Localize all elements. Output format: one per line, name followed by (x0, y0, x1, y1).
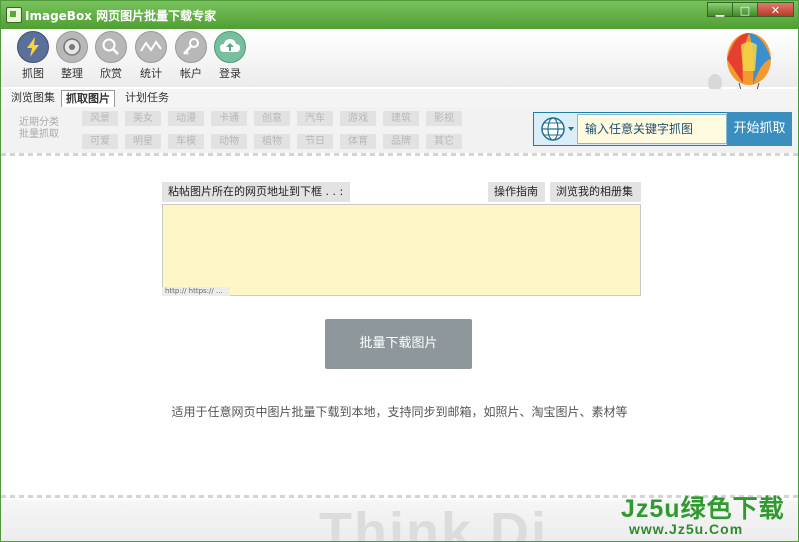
category-chip[interactable]: 车模 (168, 134, 204, 149)
toolbar-stats-button[interactable]: 统计 (131, 31, 171, 85)
footer-background-text: Think Di (319, 502, 548, 542)
toolbar-login-button[interactable]: 登录 (210, 31, 250, 85)
window-title: ImageBox 网页图片批量下载专家 (25, 9, 217, 23)
toolbar-view-button[interactable]: 欣赏 (91, 31, 131, 85)
category-chip[interactable]: 卡通 (211, 111, 247, 126)
app-window: ImageBox 网页图片批量下载专家 ▁ □ ✕ 抓图 整理 欣赏 统计 帐户… (0, 0, 799, 542)
minimize-button[interactable]: ▁ (707, 2, 733, 17)
feature-description: 适用于任意网页中图片批量下载到本地，支持同步到邮箱，如照片、淘宝图片、素材等 (171, 405, 628, 419)
globe-dropdown-icon[interactable] (537, 115, 577, 143)
category-chip[interactable]: 体育 (340, 134, 376, 149)
category-chip[interactable]: 汽车 (297, 111, 333, 126)
watermark-url: www.Jz5u.Com (629, 521, 744, 537)
category-chip[interactable]: 建筑 (383, 111, 419, 126)
category-chip[interactable]: 节日 (297, 134, 333, 149)
category-chip[interactable]: 可爱 (82, 134, 118, 149)
tab-scheduled-tasks[interactable]: 计划任务 (121, 90, 173, 106)
category-chip[interactable]: 游戏 (340, 111, 376, 126)
lightning-icon (17, 31, 49, 63)
category-chip[interactable]: 动物 (211, 134, 247, 149)
category-panel-label: 近期分类 批量抓取 (19, 117, 59, 140)
chart-wave-icon (135, 31, 167, 63)
start-grab-button[interactable]: 开始抓取 (727, 112, 792, 146)
url-textarea[interactable] (162, 204, 641, 296)
main-toolbar: 抓图 整理 欣赏 统计 帐户 登录 (1, 29, 798, 106)
tab-strip: 浏览图集 抓取图片 计划任务 (1, 89, 798, 108)
batch-download-button[interactable]: 批量下载图片 (325, 319, 472, 369)
keyword-search-input[interactable]: 输入任意关键字抓图 (577, 114, 727, 144)
cloud-upload-icon (214, 31, 246, 63)
category-chip[interactable]: 品牌 (383, 134, 419, 149)
guide-button[interactable]: 操作指南 (488, 182, 545, 202)
tab-browse-albums[interactable]: 浏览图集 (7, 90, 59, 106)
toolbar-organize-button[interactable]: 整理 (52, 31, 92, 85)
category-chip[interactable]: 明星 (125, 134, 161, 149)
magnifier-icon (95, 31, 127, 63)
close-button[interactable]: ✕ (757, 2, 794, 17)
category-chip[interactable]: 美女 (125, 111, 161, 126)
app-cube-icon (6, 7, 22, 23)
paste-url-label: 粘帖图片所在的网页地址到下框 . . : (162, 182, 350, 202)
tab-grab-images[interactable]: 抓取图片 (61, 90, 115, 108)
category-chip[interactable]: 风景 (82, 111, 118, 126)
category-chip[interactable]: 动漫 (168, 111, 204, 126)
maximize-button[interactable]: □ (732, 2, 758, 17)
toolbar-grab-button[interactable]: 抓图 (13, 31, 53, 85)
disc-icon (56, 31, 88, 63)
category-chip[interactable]: 其它 (426, 134, 462, 149)
divider (1, 153, 798, 156)
watermark-title: Jz5u绿色下载 (621, 495, 785, 523)
browse-albums-button[interactable]: 浏览我的相册集 (550, 182, 641, 202)
toolbar-account-button[interactable]: 帐户 (171, 31, 211, 85)
url-protocol-hint: http:// https:// ... (162, 287, 230, 296)
category-chip[interactable]: 影视 (426, 111, 462, 126)
title-bar[interactable]: ImageBox 网页图片批量下载专家 ▁ □ ✕ (1, 1, 798, 29)
category-chip[interactable]: 创意 (254, 111, 290, 126)
key-icon (175, 31, 207, 63)
category-chip[interactable]: 植物 (254, 134, 290, 149)
